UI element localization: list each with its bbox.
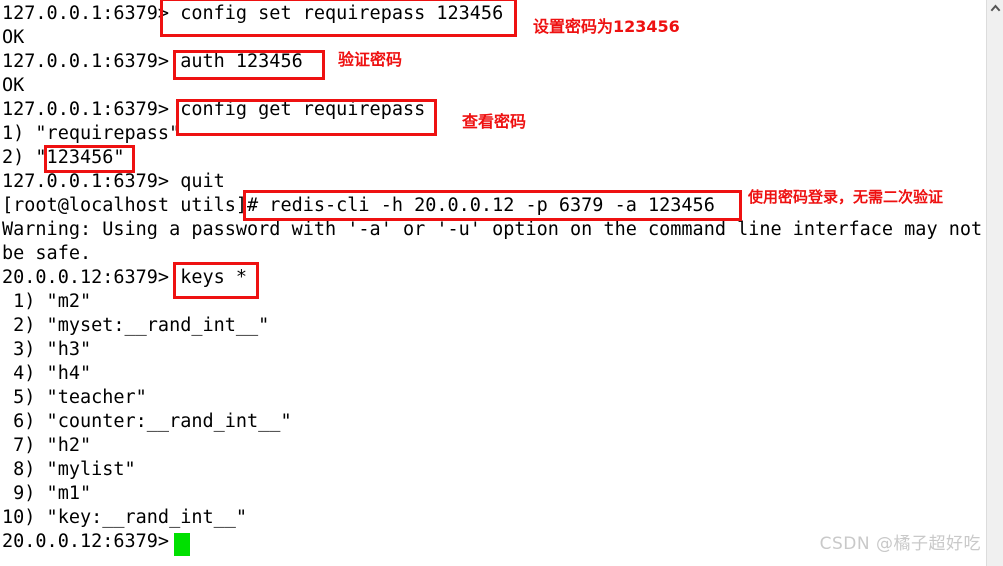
terminal-line: 10) "key:__rand_int__" bbox=[2, 507, 248, 528]
terminal-line: 1) "requirepass" bbox=[2, 123, 181, 144]
terminal-line: 6) "counter:__rand_int__" bbox=[2, 411, 292, 432]
csdn-watermark: CSDN @橘子超好吃 bbox=[819, 534, 981, 554]
terminal-line: 20.0.0.12:6379> keys * bbox=[2, 267, 248, 288]
terminal-line: [root@localhost utils]# redis-cli -h 20.… bbox=[2, 195, 715, 216]
annotation-login-with-password: 使用密码登录，无需二次验证 bbox=[748, 188, 944, 206]
terminal-line: 2) "123456" bbox=[2, 147, 125, 168]
annotation-view-password: 查看密码 bbox=[462, 112, 527, 131]
terminal-line: OK bbox=[2, 27, 25, 48]
terminal-line: 8) "mylist" bbox=[2, 459, 136, 480]
terminal-line: 20.0.0.12:6379> bbox=[2, 531, 170, 552]
annotation-set-password: 设置密码为123456 bbox=[533, 17, 680, 36]
terminal-line: be safe. bbox=[2, 243, 92, 264]
terminal-output[interactable]: 127.0.0.1:6379> config set requirepass 1… bbox=[0, 0, 985, 566]
terminal-screenshot: 127.0.0.1:6379> config set requirepass 1… bbox=[0, 0, 1003, 566]
terminal-line: 4) "h4" bbox=[2, 363, 92, 384]
terminal-line: 1) "m2" bbox=[2, 291, 92, 312]
terminal-line: 127.0.0.1:6379> quit bbox=[2, 171, 225, 192]
scrollbar-thumb[interactable] bbox=[989, 22, 1002, 492]
annotation-verify-password: 验证密码 bbox=[338, 50, 403, 69]
chevron-up-icon[interactable] bbox=[990, 3, 1001, 14]
terminal-line: 127.0.0.1:6379> config set requirepass 1… bbox=[2, 3, 504, 24]
terminal-line: 5) "teacher" bbox=[2, 387, 147, 408]
terminal-line: 3) "h3" bbox=[2, 339, 92, 360]
vertical-scrollbar[interactable] bbox=[986, 0, 1003, 566]
terminal-line: 127.0.0.1:6379> auth 123456 bbox=[2, 51, 303, 72]
terminal-line: 7) "h2" bbox=[2, 435, 92, 456]
terminal-line: Warning: Using a password with '-a' or '… bbox=[2, 219, 983, 240]
terminal-line: 2) "myset:__rand_int__" bbox=[2, 315, 270, 336]
terminal-line: 9) "m1" bbox=[2, 483, 92, 504]
terminal-line: OK bbox=[2, 75, 25, 96]
terminal-cursor bbox=[174, 533, 190, 556]
terminal-line: 127.0.0.1:6379> config get requirepass bbox=[2, 99, 426, 120]
